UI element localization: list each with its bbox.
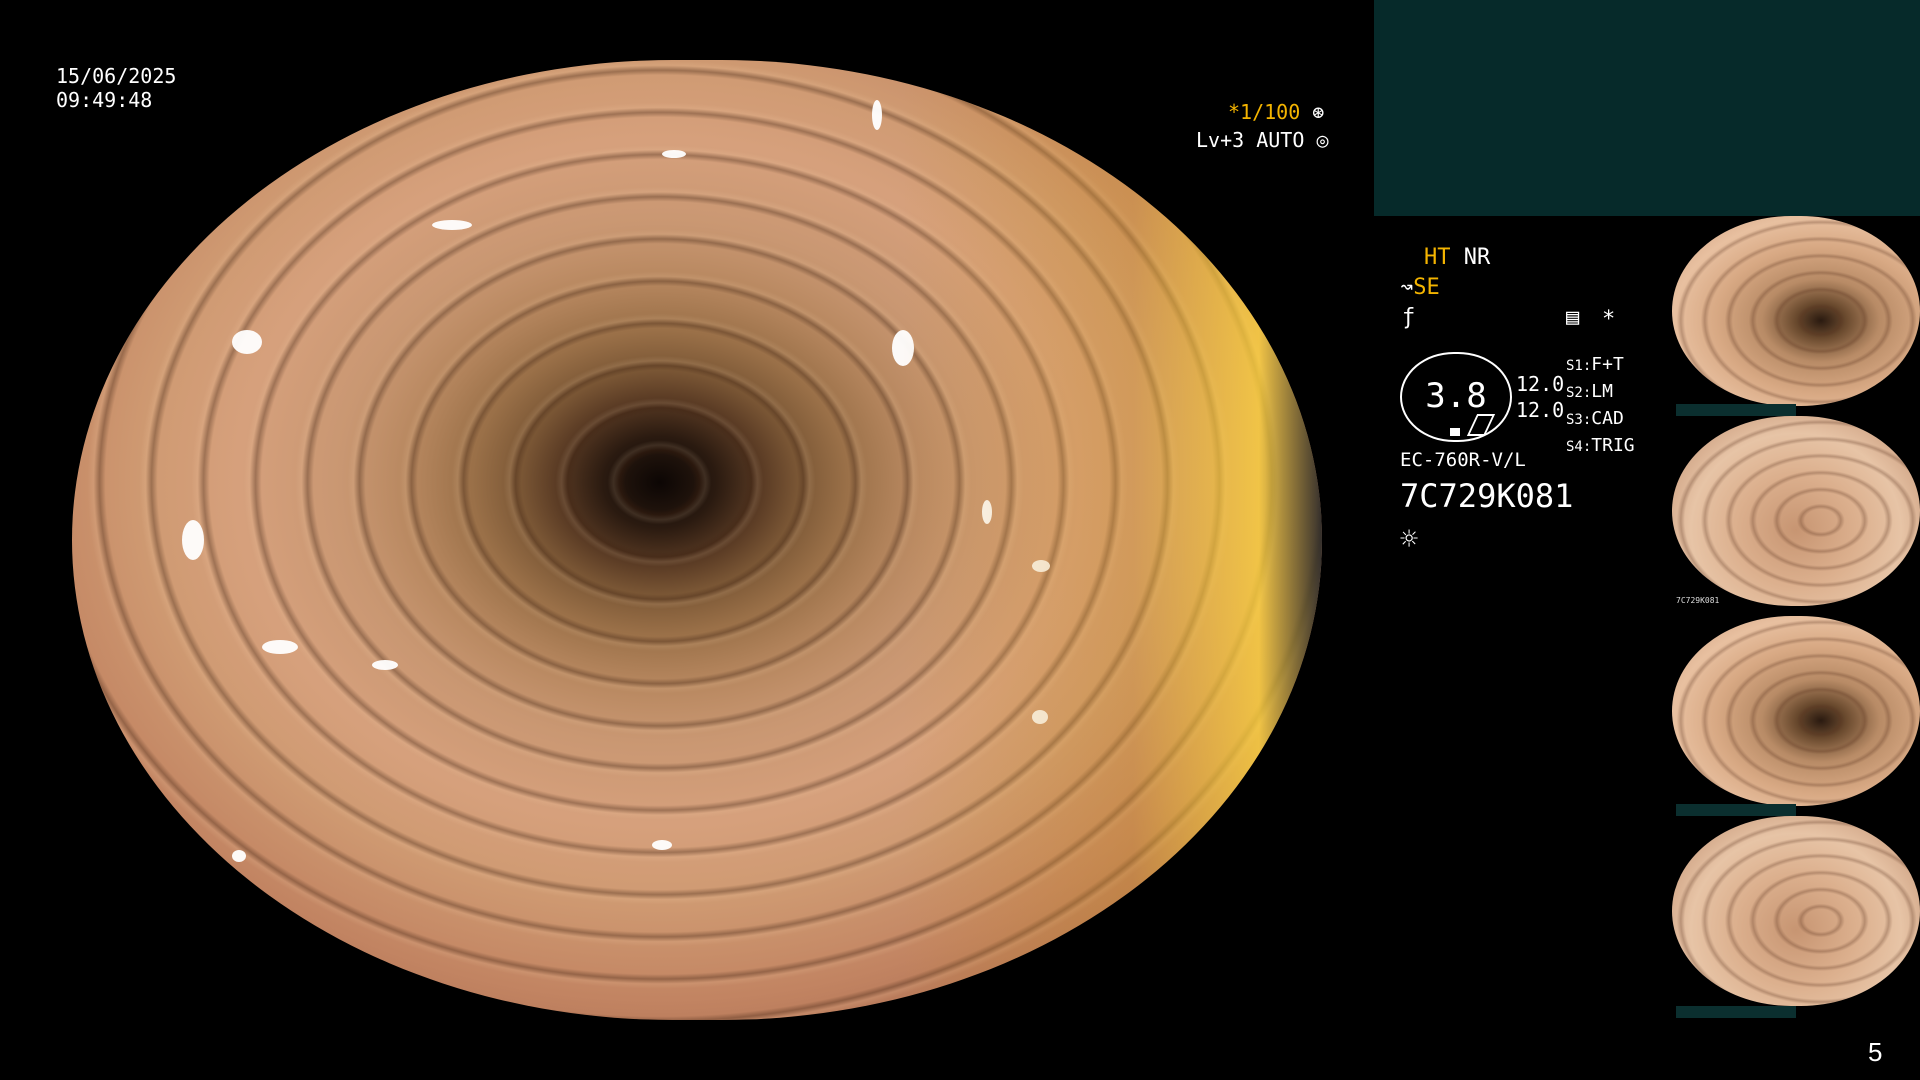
function-icon: ƒ — [1402, 305, 1416, 330]
zoom-badge: 3.8 — [1400, 352, 1512, 442]
endoscope-view — [72, 60, 1322, 1020]
light-level: Lv+3 — [1196, 128, 1245, 152]
thumbnail-tag-1 — [1676, 404, 1796, 416]
zoom-value: 3.8 — [1425, 376, 1487, 416]
badge-marker — [1450, 428, 1460, 436]
thumbnail-serial-label: 7C729K081 — [1676, 596, 1720, 605]
light-mode: AUTO — [1256, 128, 1305, 152]
se-label: SE — [1413, 275, 1440, 300]
switch-list: S1:F+T S2:LM S3:CAD S4:TRIG — [1566, 352, 1635, 460]
document-icon: ▤ — [1566, 305, 1580, 330]
page-number: 5 — [1868, 1037, 1883, 1067]
thumbnail-3[interactable] — [1672, 616, 1920, 806]
ht-nr-row: HT NR — [1424, 246, 1490, 270]
thumbnail-tag-4 — [1676, 1006, 1796, 1018]
time-label: 09:49:48 — [56, 88, 153, 112]
shutter-icon: ⊛ — [1312, 100, 1325, 124]
switch-s4: S4:TRIG — [1566, 435, 1635, 456]
switch-s1: S1:F+T — [1566, 354, 1624, 375]
shutter-speed: *1/100 — [1228, 100, 1301, 124]
value-1: 12.0 — [1516, 372, 1565, 396]
tilde-arrow-icon: ↝ — [1400, 275, 1414, 300]
thumbnail-4[interactable] — [1672, 816, 1920, 1006]
light-indicator: Lv+3 AUTO ◎ — [1196, 128, 1328, 152]
ht-label: HT — [1424, 245, 1451, 270]
se-row: ↝SE — [1400, 276, 1440, 300]
thumbnail-2[interactable] — [1672, 416, 1920, 606]
nr-label: NR — [1463, 245, 1491, 270]
switch-s3: S3:CAD — [1566, 408, 1624, 429]
date-label: 15/06/2025 — [56, 64, 177, 88]
switch-s2: S2:LM — [1566, 381, 1613, 402]
light-source-icon: ☼ — [1400, 522, 1419, 557]
shutter-indicator: *1/100 ⊛ — [1228, 100, 1324, 124]
scope-model: EC-760R-V/L — [1400, 449, 1526, 471]
patient-info-panel — [1374, 0, 1920, 216]
thumbnail-tag-3 — [1676, 804, 1796, 816]
aperture-icon: ◎ — [1316, 128, 1329, 152]
thumbnail-1[interactable] — [1672, 216, 1920, 406]
scope-serial: 7C729K081 — [1400, 477, 1574, 515]
value-2: 12.0 — [1516, 398, 1565, 422]
asterisk-label: * — [1602, 307, 1616, 332]
badge-tube-icon — [1466, 414, 1496, 436]
